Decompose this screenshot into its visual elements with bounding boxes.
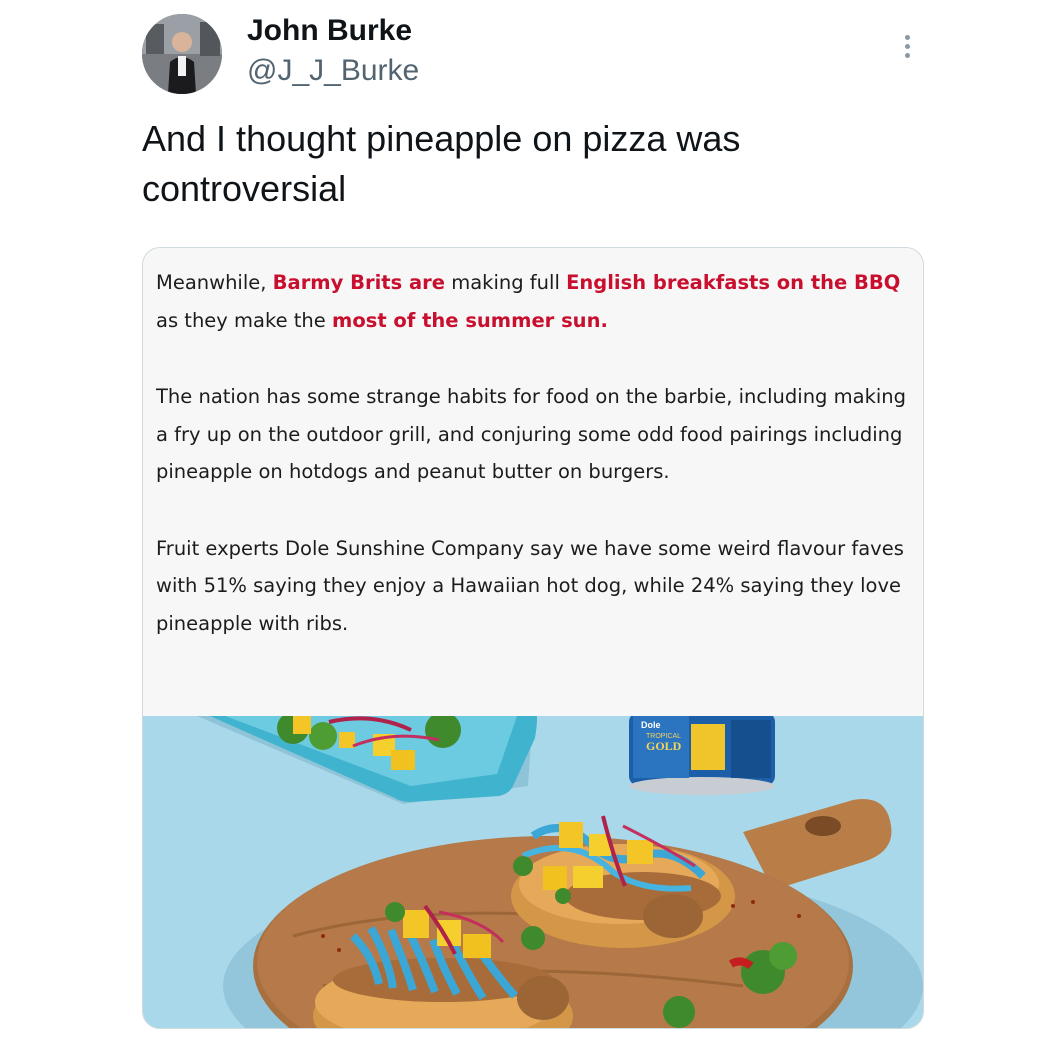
article-paragraph-3: Fruit experts Dole Sunshine Company say …	[156, 536, 904, 635]
article-link: English breakfasts on the BBQ	[566, 271, 901, 294]
article-link: Barmy Brits are	[272, 271, 446, 294]
more-vertical-icon-dot	[904, 43, 910, 49]
hotdog-illustration: Dole TROPICAL GOLD	[143, 716, 923, 1028]
author-display-name[interactable]: John Burke	[247, 14, 412, 48]
more-options-button[interactable]	[890, 28, 924, 64]
more-vertical-icon-dot	[904, 52, 910, 58]
can-line2-label: GOLD	[646, 739, 682, 753]
article-text: as they make the	[156, 308, 332, 332]
article-paragraph-1: Meanwhile, Barmy Brits are making full E…	[156, 264, 916, 339]
more-vertical-icon	[904, 34, 910, 40]
article-link: most of the summer sun.	[332, 308, 608, 332]
hotdog-photo: Dole TROPICAL GOLD	[143, 716, 923, 1028]
article-screenshot: Meanwhile, Barmy Brits are making full E…	[156, 264, 916, 681]
author-avatar[interactable]	[142, 14, 222, 94]
tweet-media-card[interactable]: Meanwhile, Barmy Brits are making full E…	[142, 247, 924, 1029]
user-photo-avatar-icon	[142, 14, 222, 94]
article-paragraph-2: The nation has some strange habits for f…	[156, 385, 907, 483]
article-text: making full	[445, 271, 567, 294]
can-brand-label: Dole	[641, 720, 661, 730]
tweet-text: And I thought pineapple on pizza was con…	[142, 118, 741, 209]
author-handle[interactable]: @J_J_Burke	[247, 54, 419, 88]
article-text: Meanwhile,	[156, 271, 273, 294]
